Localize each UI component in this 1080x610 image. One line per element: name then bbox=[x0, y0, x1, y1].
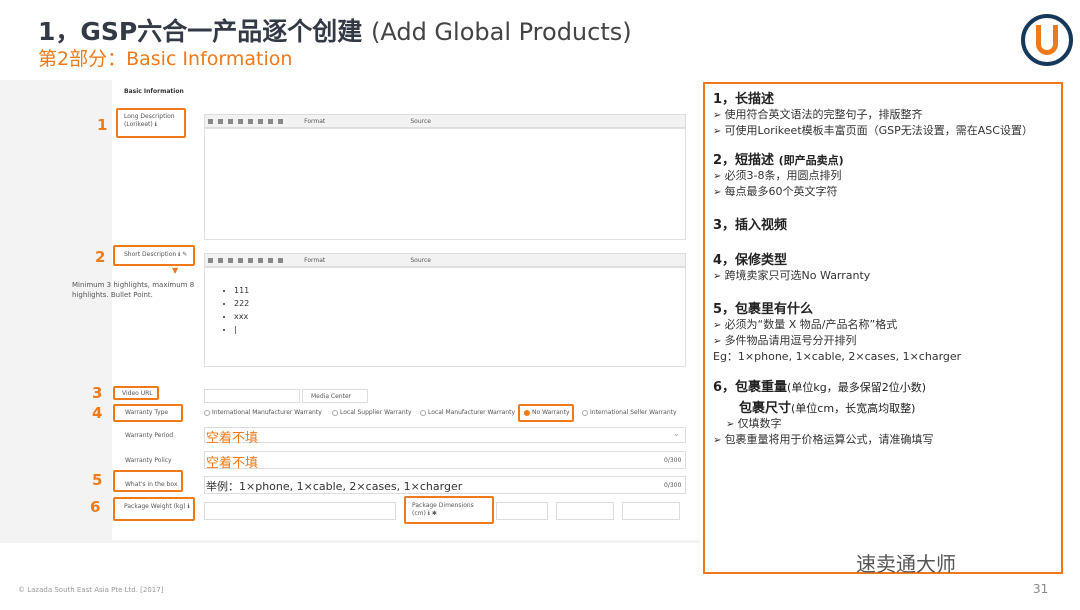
source-button[interactable]: Source bbox=[410, 257, 431, 264]
image-icon[interactable] bbox=[268, 258, 273, 263]
wechat-watermark: 速卖通大师 bbox=[856, 552, 956, 576]
warranty-policy-input[interactable] bbox=[204, 451, 686, 469]
warranty-option-local-supplier[interactable]: Local Supplier Warranty bbox=[332, 409, 412, 416]
slide: 1，GSP六合一产品逐个创建 (Add Global Products) 第2部… bbox=[0, 0, 1080, 610]
page-subtitle: 第2部分：Basic Information bbox=[38, 48, 293, 70]
list-icon[interactable] bbox=[278, 258, 283, 263]
short-description-editor[interactable] bbox=[204, 267, 686, 367]
package-weight-label: Package Weight (kg) ℹ bbox=[124, 503, 190, 510]
in-box-counter: 0/300 bbox=[664, 482, 682, 489]
source-button[interactable]: Source bbox=[410, 118, 431, 125]
underline-icon[interactable] bbox=[258, 258, 263, 263]
in-box-label: What's in the box bbox=[125, 481, 178, 488]
warranty-type-label: Warranty Type bbox=[125, 409, 169, 416]
long-description-editor[interactable] bbox=[204, 128, 686, 240]
list-item: | bbox=[234, 323, 249, 336]
note-bullet: 包裹重量将用于价格运算公式，请准确填写 bbox=[713, 432, 1053, 448]
warranty-period-label: Warranty Period bbox=[125, 432, 174, 439]
marker-4: 4 bbox=[92, 404, 103, 422]
short-description-hint: Minimum 3 highlights, maximum 8 highligh… bbox=[72, 281, 195, 299]
brand-logo bbox=[1021, 14, 1073, 66]
package-width-input[interactable] bbox=[556, 502, 614, 520]
underline-icon[interactable] bbox=[258, 119, 263, 124]
note-example: Eg：1×phone, 1×cable, 2×cases, 1×charger bbox=[713, 350, 962, 363]
warranty-policy-label: Warranty Policy bbox=[125, 457, 172, 464]
note-bullet: 必须3-8条，用圆点排列 bbox=[713, 168, 1053, 184]
align-icon[interactable] bbox=[228, 119, 233, 124]
chevron-down-icon: ⌄ bbox=[673, 429, 680, 438]
align-icon[interactable] bbox=[228, 258, 233, 263]
marker-5: 5 bbox=[92, 471, 103, 489]
notes-box: 1，长描述 使用符合英文语法的完整句子，排版整齐 可使用Lorikeet模板丰富… bbox=[703, 82, 1063, 574]
note-bullet: 必须为“数量 X 物品/产品名称”格式 bbox=[713, 317, 1053, 333]
page-number: 31 bbox=[1033, 582, 1049, 596]
list-item: 222 bbox=[234, 297, 249, 310]
warranty-option-local-manufacturer[interactable]: Local Manufacturer Warranty bbox=[420, 409, 515, 416]
note-bullet: 每点最多60个英文字符 bbox=[713, 184, 1053, 200]
note-heading: 2，短描述 (即产品卖点) bbox=[713, 153, 844, 168]
package-dimensions-label: Package Dimensions (cm) ℹ ✱ bbox=[412, 502, 474, 517]
short-description-label: Short Description ℹ ✎ bbox=[124, 251, 188, 258]
list-item: 111 bbox=[234, 284, 249, 297]
warranty-policy-counter: 0/300 bbox=[664, 457, 682, 464]
copyright: © Lazada South East Asia Pte Ltd. [2017] bbox=[18, 586, 164, 594]
align-icon[interactable] bbox=[208, 258, 213, 263]
media-center-button[interactable]: Media Center bbox=[302, 389, 368, 403]
warranty-option-no-warranty[interactable]: No Warranty bbox=[524, 409, 570, 416]
align-icon[interactable] bbox=[218, 119, 223, 124]
note-heading: 5，包裹里有什么 bbox=[713, 302, 814, 317]
package-height-input[interactable] bbox=[622, 502, 680, 520]
format-dropdown[interactable]: Format bbox=[304, 257, 325, 264]
note-bullet: 多件物品请用逗号分开排列 bbox=[713, 333, 1053, 349]
note-bullet: 仅填数字 bbox=[713, 416, 1053, 432]
bold-icon[interactable] bbox=[238, 119, 243, 124]
italic-icon[interactable] bbox=[248, 258, 253, 263]
short-description-bullets: 111 222 xxx | bbox=[222, 284, 249, 336]
marker-3: 3 bbox=[92, 384, 103, 402]
radio-selected-icon bbox=[524, 409, 530, 416]
note-bullet: 跨境卖家只可选No Warranty bbox=[713, 268, 1053, 284]
warranty-option-intl-manufacturer[interactable]: International Manufacturer Warranty bbox=[204, 409, 322, 416]
warranty-policy-annotation: 空着不填 bbox=[206, 456, 259, 471]
image-icon[interactable] bbox=[268, 119, 273, 124]
video-url-label: Video URL bbox=[122, 390, 153, 397]
note-heading: 1，长描述 bbox=[713, 92, 775, 107]
marker-2: 2 bbox=[95, 248, 106, 266]
note-heading: 包裹尺寸(单位cm，长宽高均取整) bbox=[739, 401, 916, 416]
format-dropdown[interactable]: Format bbox=[304, 118, 325, 125]
list-icon[interactable] bbox=[278, 119, 283, 124]
short-description-toolbar[interactable]: Format Source bbox=[204, 253, 686, 267]
package-weight-input[interactable] bbox=[204, 502, 396, 520]
note-heading: 4，保修类型 bbox=[713, 253, 788, 268]
in-box-annotation: 举例：1×phone, 1×cable, 2×cases, 1×charger bbox=[206, 480, 463, 493]
align-icon[interactable] bbox=[208, 119, 213, 124]
align-icon[interactable] bbox=[218, 258, 223, 263]
package-length-input[interactable] bbox=[496, 502, 548, 520]
marker-1: 1 bbox=[97, 116, 108, 134]
note-heading: 3，插入视频 bbox=[713, 218, 788, 233]
warranty-period-annotation: 空着不填 bbox=[206, 431, 259, 446]
note-heading: 6，包裹重量(单位kg，最多保留2位小数) bbox=[713, 380, 926, 395]
radio-icon bbox=[420, 409, 426, 416]
radio-icon bbox=[582, 409, 588, 416]
radio-icon bbox=[332, 409, 338, 416]
arrow-icon: ▼ bbox=[172, 266, 179, 275]
note-bullet: 使用符合英文语法的完整句子，排版整齐 bbox=[713, 107, 1053, 123]
italic-icon[interactable] bbox=[248, 119, 253, 124]
warranty-option-intl-seller[interactable]: International Seller Warranty bbox=[582, 409, 677, 416]
bold-icon[interactable] bbox=[238, 258, 243, 263]
logo-u-icon bbox=[1036, 25, 1058, 55]
video-url-input[interactable] bbox=[204, 389, 300, 403]
list-item: xxx bbox=[234, 310, 249, 323]
long-description-toolbar[interactable]: Format Source bbox=[204, 114, 686, 128]
page-title: 1，GSP六合一产品逐个创建 (Add Global Products) bbox=[38, 17, 632, 46]
marker-6: 6 bbox=[90, 498, 101, 516]
form-section-title: Basic Information bbox=[124, 88, 184, 95]
long-description-label: Long Description (Lorikeet) ℹ bbox=[124, 113, 175, 128]
note-bullet: 可使用Lorikeet模板丰富页面（GSP无法设置，需在ASC设置） bbox=[713, 123, 1053, 139]
warranty-period-select[interactable] bbox=[204, 427, 686, 443]
radio-icon bbox=[204, 409, 210, 416]
